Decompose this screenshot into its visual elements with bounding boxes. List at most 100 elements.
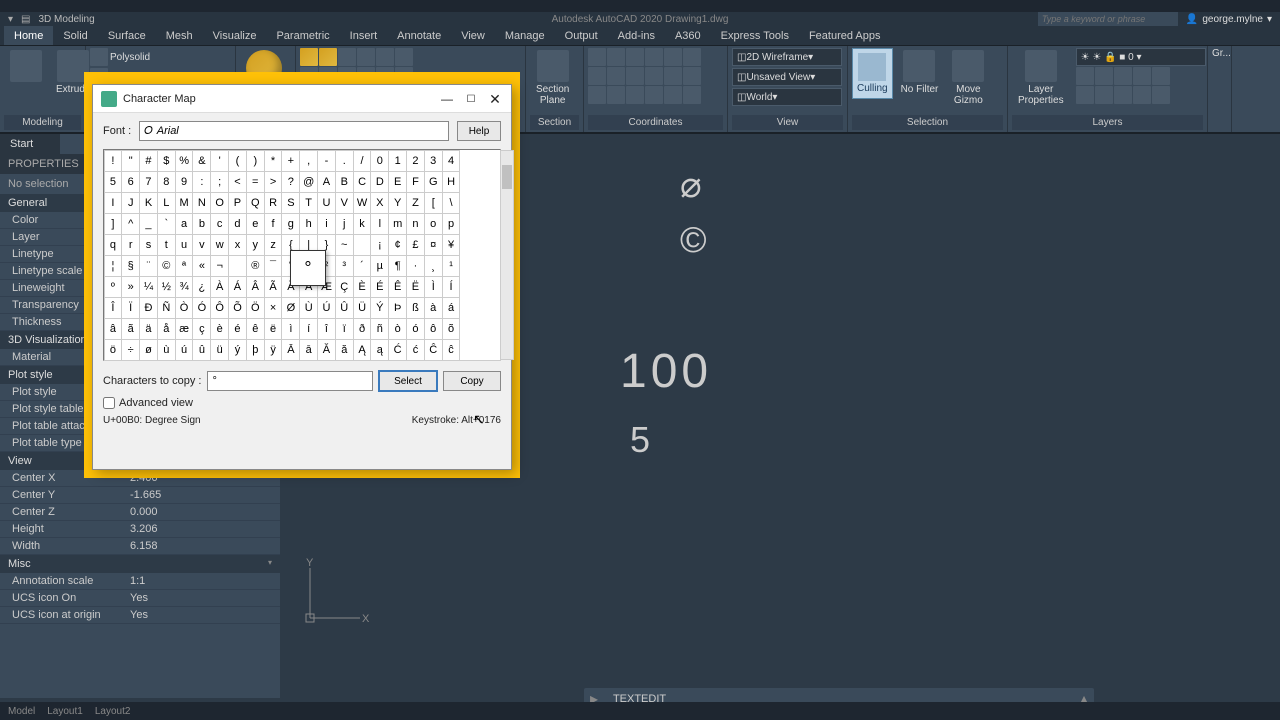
char-cell[interactable]: Ĉ: [424, 339, 443, 361]
user-menu[interactable]: 👤 george.mylne ▾: [1186, 14, 1272, 25]
char-cell[interactable]: m: [388, 213, 407, 235]
tool-button[interactable]: [683, 48, 701, 66]
char-cell[interactable]: f: [264, 213, 283, 235]
char-cell[interactable]: v: [192, 234, 211, 256]
char-cell[interactable]: ;: [210, 171, 229, 193]
char-cell[interactable]: î: [317, 318, 336, 340]
char-cell[interactable]: i: [317, 213, 336, 235]
tool-button[interactable]: [588, 86, 606, 104]
char-cell[interactable]: Ð: [139, 297, 158, 319]
char-cell[interactable]: /: [353, 150, 372, 172]
ribbon-tab-output[interactable]: Output: [555, 26, 608, 45]
visual-style-combo[interactable]: ◫ 2D Wireframe ▾: [732, 48, 842, 66]
culling-button[interactable]: Culling: [852, 48, 893, 99]
char-cell[interactable]: ¬: [210, 255, 229, 277]
char-cell[interactable]: Þ: [388, 297, 407, 319]
maximize-button[interactable]: ☐: [461, 89, 481, 109]
char-cell[interactable]: M: [175, 192, 194, 214]
prop-row-ucs_origin[interactable]: UCS icon at originYes: [0, 607, 280, 624]
char-cell[interactable]: ö: [104, 339, 123, 361]
char-cell[interactable]: H: [442, 171, 461, 193]
prop-row-width[interactable]: Width6.158: [0, 538, 280, 555]
char-cell[interactable]: N: [192, 192, 211, 214]
char-cell[interactable]: I: [104, 192, 123, 214]
char-cell[interactable]: µ: [370, 255, 389, 277]
model-tab[interactable]: Model: [8, 706, 35, 717]
char-cell[interactable]: ñ: [370, 318, 389, 340]
char-cell[interactable]: Ç: [335, 276, 354, 298]
ribbon-tab-insert[interactable]: Insert: [340, 26, 388, 45]
char-cell[interactable]: å: [157, 318, 176, 340]
char-cell[interactable]: ,: [299, 150, 318, 172]
char-cell[interactable]: -: [317, 150, 336, 172]
char-cell[interactable]: ß: [406, 297, 425, 319]
char-cell[interactable]: ­: [228, 255, 247, 277]
char-cell[interactable]: X: [370, 192, 389, 214]
ribbon-tab-mesh[interactable]: Mesh: [156, 26, 203, 45]
copy-button[interactable]: Copy: [443, 371, 501, 391]
char-cell[interactable]: >: [264, 171, 283, 193]
char-cell[interactable]: 9: [175, 171, 194, 193]
char-cell[interactable]: ¹: [442, 255, 461, 277]
char-cell[interactable]: è: [210, 318, 229, 340]
section-plane-button[interactable]: Section Plane: [530, 48, 575, 108]
char-cell[interactable]: ¶: [388, 255, 407, 277]
tool-button[interactable]: [626, 48, 644, 66]
char-cell[interactable]: Ï: [121, 297, 140, 319]
layout1-tab[interactable]: Layout1: [47, 706, 83, 717]
char-cell[interactable]: Ý: [370, 297, 389, 319]
char-cell[interactable]: Ã: [264, 276, 283, 298]
char-cell[interactable]: ó: [406, 318, 425, 340]
tool-button[interactable]: [1114, 67, 1132, 85]
char-cell[interactable]: ": [121, 150, 140, 172]
char-cell[interactable]: ã: [121, 318, 140, 340]
layer-properties-button[interactable]: Layer Properties: [1012, 48, 1070, 108]
char-cell[interactable]: b: [192, 213, 211, 235]
char-cell[interactable]: 2: [406, 150, 425, 172]
char-cell[interactable]: R: [264, 192, 283, 214]
ribbon-tab-express-tools[interactable]: Express Tools: [711, 26, 799, 45]
char-cell[interactable]: ¡: [370, 234, 389, 256]
char-cell[interactable]: c: [210, 213, 229, 235]
tool-button[interactable]: [338, 48, 356, 66]
char-cell[interactable]: @: [299, 171, 318, 193]
char-cell[interactable]: ¢: [388, 234, 407, 256]
char-cell[interactable]: ^: [121, 213, 140, 235]
char-cell[interactable]: <: [228, 171, 247, 193]
char-cell[interactable]: e: [246, 213, 265, 235]
tool-button[interactable]: [588, 48, 606, 66]
characters-input[interactable]: [207, 371, 373, 391]
char-cell[interactable]: ì: [281, 318, 300, 340]
char-cell[interactable]: 0: [370, 150, 389, 172]
char-cell[interactable]: ': [210, 150, 229, 172]
tool-button[interactable]: [664, 48, 682, 66]
char-cell[interactable]: £: [406, 234, 425, 256]
char-cell[interactable]: :: [192, 171, 211, 193]
char-cell[interactable]: ä: [139, 318, 158, 340]
char-cell[interactable]: =: [246, 171, 265, 193]
char-cell[interactable]: Ó: [192, 297, 211, 319]
char-cell[interactable]: Î: [104, 297, 123, 319]
tool-button[interactable]: [1114, 86, 1132, 104]
ribbon-tab-visualize[interactable]: Visualize: [203, 26, 267, 45]
char-cell[interactable]: ā: [299, 339, 318, 361]
no-filter-button[interactable]: No Filter: [895, 48, 945, 97]
char-cell[interactable]: D: [370, 171, 389, 193]
char-cell[interactable]: z: [264, 234, 283, 256]
ribbon-tab-add-ins[interactable]: Add-ins: [608, 26, 665, 45]
char-cell[interactable]: ¾: [175, 276, 194, 298]
char-cell[interactable]: ¿: [192, 276, 211, 298]
tool-button[interactable]: [395, 48, 413, 66]
char-cell[interactable]: ¤: [424, 234, 443, 256]
char-cell[interactable]: .: [335, 150, 354, 172]
prop-row-center_z[interactable]: Center Z0.000: [0, 504, 280, 521]
char-cell[interactable]: ·: [406, 255, 425, 277]
char-cell[interactable]: ò: [388, 318, 407, 340]
tool-button[interactable]: [607, 86, 625, 104]
char-cell[interactable]: ë: [264, 318, 283, 340]
char-cell[interactable]: S: [281, 192, 300, 214]
ribbon-tab-manage[interactable]: Manage: [495, 26, 555, 45]
char-cell[interactable]: 5: [104, 171, 123, 193]
tool-button[interactable]: [607, 48, 625, 66]
char-cell[interactable]: Ā: [281, 339, 300, 361]
